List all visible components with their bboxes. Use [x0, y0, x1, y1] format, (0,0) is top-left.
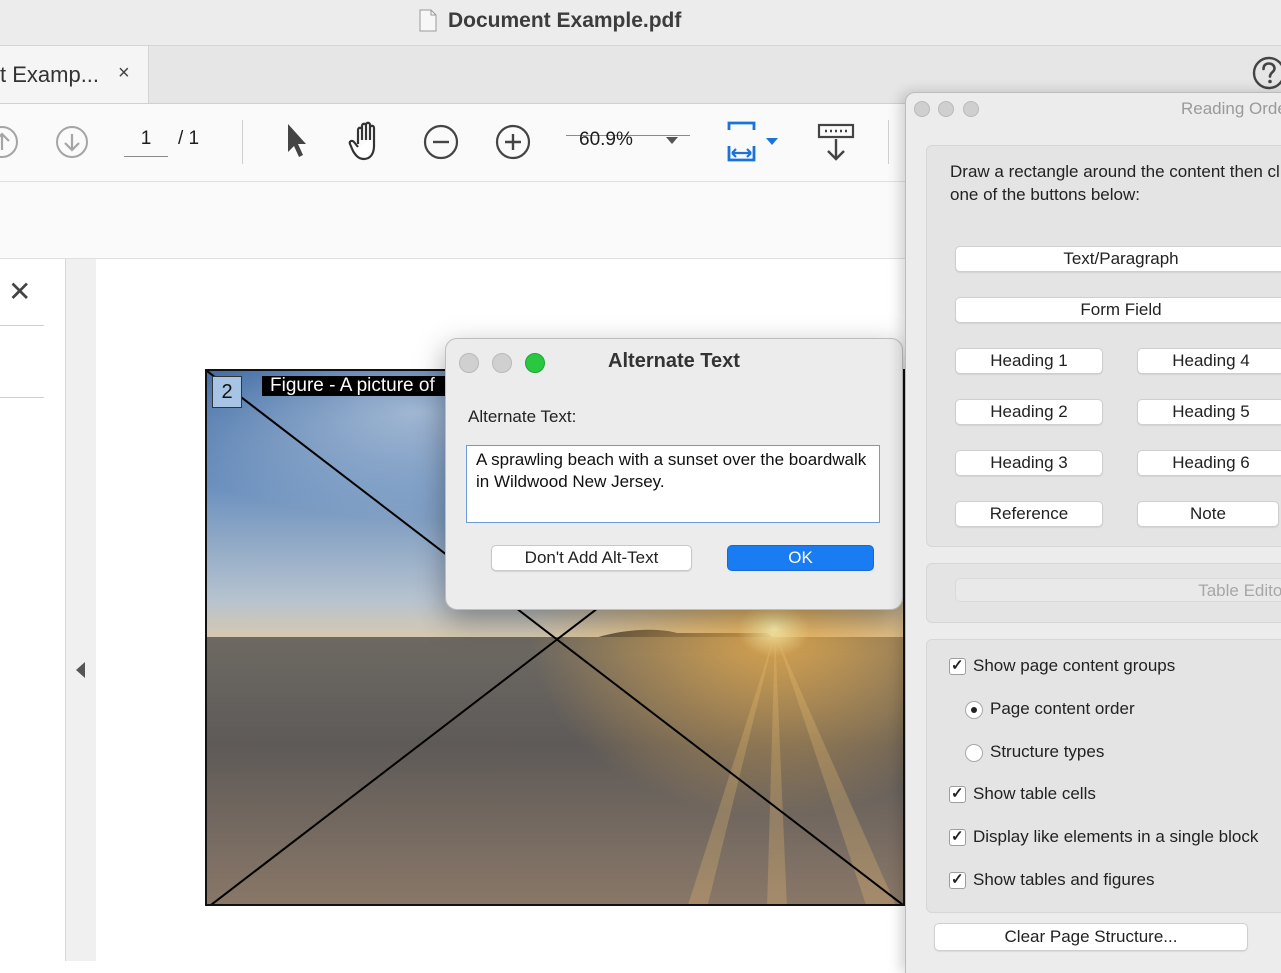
toolbar-separator — [888, 120, 889, 164]
toolbar-separator — [242, 120, 243, 164]
tab-close-icon[interactable]: × — [118, 62, 130, 85]
heading-2-button[interactable]: Heading 2 — [955, 399, 1103, 425]
text-paragraph-button[interactable]: Text/Paragraph — [955, 246, 1281, 272]
ok-button[interactable]: OK — [727, 545, 874, 571]
alt-text-label: Alternate Text: — [468, 407, 577, 426]
heading-6-button[interactable]: Heading 6 — [1137, 450, 1281, 476]
show-table-cells-checkbox[interactable] — [949, 784, 966, 803]
show-table-cells-label: Show table cells — [973, 784, 1096, 803]
note-button[interactable]: Note — [1137, 501, 1279, 527]
dont-add-alt-text-button[interactable]: Don't Add Alt-Text — [491, 545, 692, 571]
chevron-down-icon — [666, 137, 678, 144]
reference-button[interactable]: Reference — [955, 501, 1103, 527]
table-editor-button[interactable]: Table Editor — [955, 578, 1281, 602]
close-window-icon[interactable] — [914, 101, 930, 117]
divider — [0, 325, 44, 326]
fit-page-icon[interactable] — [726, 120, 782, 164]
panel-gutter — [66, 259, 96, 961]
secondary-toolbar — [0, 182, 905, 259]
zoom-level-select[interactable]: 60.9% — [566, 129, 690, 150]
minimize-window-icon[interactable] — [938, 101, 954, 117]
heading-5-button[interactable]: Heading 5 — [1137, 399, 1281, 425]
tab-label: t Examp... — [0, 62, 100, 87]
show-content-groups-label: Show page content groups — [973, 656, 1176, 675]
display-like-elements-label: Display like elements in a single block — [973, 827, 1259, 846]
show-content-groups-checkbox[interactable] — [949, 656, 966, 675]
document-tab[interactable]: t Examp... × — [0, 46, 149, 103]
dialog-title: Alternate Text — [608, 350, 740, 372]
heading-1-button[interactable]: Heading 1 — [955, 348, 1103, 374]
zoom-in-icon[interactable] — [494, 123, 532, 161]
zoom-window-icon[interactable] — [963, 101, 979, 117]
close-icon[interactable]: ✕ — [8, 275, 31, 308]
window-title: Document Example.pdf — [448, 9, 682, 32]
structure-types-label: Structure types — [990, 742, 1105, 761]
window-titlebar: Document Example.pdf — [0, 0, 1281, 46]
zoom-out-icon[interactable] — [422, 123, 460, 161]
clear-page-structure-button[interactable]: Clear Page Structure... — [934, 923, 1248, 951]
hand-tool-icon[interactable] — [348, 120, 388, 162]
page-content-order-radio[interactable] — [965, 701, 983, 719]
page-content-order-label: Page content order — [990, 699, 1135, 718]
display-like-elements-checkbox[interactable] — [949, 827, 966, 846]
pdf-file-icon — [419, 9, 437, 32]
reading-order-panel: Reading Order Draw a rectangle around th… — [905, 92, 1281, 973]
table-editor-group: Table Editor — [926, 563, 1281, 623]
show-tables-figures-checkbox[interactable] — [949, 870, 966, 889]
left-panel: ✕ — [0, 259, 66, 961]
toolbar: 1 / 1 60.9% — [0, 104, 905, 182]
zoom-level-value: 60.9% — [579, 129, 633, 150]
alternate-text-dialog: Alternate Text Alternate Text: A sprawli… — [445, 338, 903, 610]
scroll-mode-icon[interactable] — [816, 122, 856, 164]
collapse-panel-icon[interactable] — [76, 662, 85, 678]
divider — [0, 397, 44, 398]
figure-tag-label: Figure - A picture of — [262, 376, 458, 396]
heading-4-button[interactable]: Heading 4 — [1137, 348, 1281, 374]
help-icon[interactable] — [1252, 56, 1281, 90]
page-number-input[interactable]: 1 — [124, 128, 168, 157]
instructions-text: Draw a rectangle around the content then… — [950, 162, 1281, 204]
form-field-button[interactable]: Form Field — [955, 297, 1281, 323]
heading-3-button[interactable]: Heading 3 — [955, 450, 1103, 476]
panel-title: Reading Order — [1181, 99, 1281, 118]
display-options-group: Show page content groups Page content or… — [926, 639, 1281, 913]
figure-order-number: 2 — [212, 376, 242, 408]
select-cursor-icon[interactable] — [284, 122, 312, 160]
show-tables-figures-label: Show tables and figures — [973, 870, 1155, 889]
tag-buttons-group: Draw a rectangle around the content then… — [926, 145, 1281, 547]
alt-text-input[interactable]: A sprawling beach with a sunset over the… — [466, 445, 880, 523]
structure-types-radio[interactable] — [965, 744, 983, 762]
page-total: / 1 — [178, 128, 200, 149]
next-page-icon[interactable] — [54, 124, 90, 160]
previous-page-icon[interactable] — [0, 124, 20, 160]
